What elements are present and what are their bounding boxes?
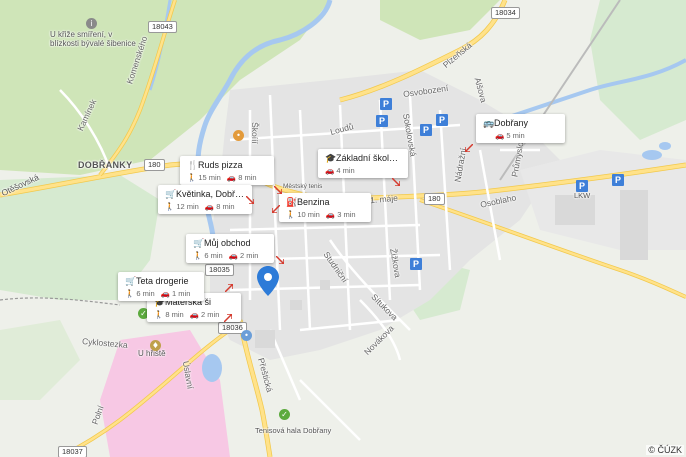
walk-icon: 🚶	[165, 202, 175, 211]
walk-time: 6 min	[204, 251, 223, 260]
poi-name: Benzina	[297, 197, 330, 207]
landmark-icon[interactable]: •	[233, 130, 244, 141]
restaurant-icon: 🍴	[187, 160, 199, 170]
poi-name: Základní škola Do...	[336, 153, 401, 163]
poi-card[interactable]: 🛒Květinka, Dobřany 🚶 12 min 🚗 8 min	[158, 185, 252, 214]
shop-icon: 🛒	[125, 276, 137, 286]
poi-card[interactable]: 🛒Teta drogerie 🚶 6 min 🚗 1 min	[118, 272, 204, 301]
walk-time: 15 min	[198, 173, 221, 182]
pond	[202, 354, 222, 382]
car-icon: 🚗	[226, 173, 237, 182]
route-shield: 18035	[205, 264, 234, 276]
school-poi-icon[interactable]: •	[241, 330, 252, 341]
car-icon: 🚗	[325, 166, 335, 175]
route-shield: 180	[424, 193, 445, 205]
car-icon: 🚗	[495, 131, 505, 140]
drive-time: 8 min	[238, 173, 257, 182]
parking-icon[interactable]: P	[380, 98, 392, 110]
cross-label: U křiže smíření, v blízkosti bývalé šibe…	[50, 30, 136, 48]
poi-card[interactable]: 🎓Základní škola Do... 🚗4 min	[318, 149, 408, 178]
poi-card[interactable]: 🍴Ruds pizza 🚶 15 min 🚗 8 min	[180, 156, 274, 185]
route-shield: 180	[144, 159, 165, 171]
fuel-icon: ⛽	[286, 197, 298, 207]
pointer-arrow-icon	[272, 205, 280, 213]
lkw-label: LKW	[574, 191, 591, 200]
map-canvas[interactable]: 18043 18034 180 180 18035 18036 18037 Ko…	[0, 0, 686, 457]
parking-icon[interactable]: P	[576, 180, 588, 192]
poi-name: Můj obchod	[204, 238, 251, 248]
parking-icon[interactable]: P	[612, 174, 624, 186]
walk-icon: 🚶	[193, 251, 203, 260]
car-icon: 🚗	[325, 210, 336, 219]
map-base-layer	[0, 0, 686, 457]
street-label: Škoííí	[249, 122, 260, 144]
walk-icon: 🚶	[125, 289, 135, 298]
walk-icon: 🚶	[187, 173, 197, 182]
route-shield: 18034	[491, 7, 520, 19]
tennis-hall-label: Tenisová hala Dobřany	[255, 426, 332, 435]
parking-icon[interactable]: P	[376, 115, 388, 127]
town-label: DOBŘANKY	[78, 160, 133, 170]
shop-icon: 🛒	[165, 189, 177, 199]
parking-icon[interactable]: P	[436, 114, 448, 126]
sport-icon[interactable]: ✓	[279, 409, 290, 420]
pointer-arrow-icon	[465, 144, 473, 152]
walk-time: 8 min	[165, 310, 184, 319]
location-pin-icon[interactable]	[257, 266, 279, 296]
pond	[642, 150, 662, 160]
walk-icon: 🚶	[154, 310, 164, 319]
map-attribution: © ČÚZK	[646, 445, 684, 455]
car-icon: 🚗	[228, 251, 239, 260]
drive-time: 4 min	[336, 166, 355, 175]
bus-icon: 🚌	[483, 118, 495, 128]
playground-icon[interactable]: ♦	[150, 340, 161, 351]
poi-card[interactable]: 🛒Můj obchod 🚶 6 min 🚗 2 min	[186, 234, 274, 263]
pointer-arrow-icon	[274, 186, 282, 194]
drive-time: 3 min	[337, 210, 356, 219]
drive-time: 8 min	[216, 202, 235, 211]
car-icon: 🚗	[189, 310, 200, 319]
poi-name: Teta drogerie	[136, 276, 189, 286]
route-shield: 18043	[148, 21, 177, 33]
route-shield: 18037	[58, 446, 87, 457]
walk-time: 12 min	[176, 202, 199, 211]
poi-name: Květinka, Dobřany	[176, 189, 245, 199]
poi-name: Ruds pizza	[198, 160, 243, 170]
drive-time: 2 min	[201, 310, 220, 319]
school-icon: 🎓	[325, 153, 337, 163]
car-icon: 🚗	[204, 202, 215, 211]
drive-time: 2 min	[240, 251, 259, 260]
drive-time: 1 min	[172, 289, 191, 298]
pointer-arrow-icon	[392, 178, 400, 186]
pointer-arrow-icon	[225, 284, 233, 292]
poi-card[interactable]: 🚌Dobřany 🚗 5 min	[476, 114, 565, 143]
pointer-arrow-icon	[246, 196, 254, 204]
poi-card[interactable]: ⛽Benzina 🚶 10 min 🚗 3 min	[279, 193, 371, 222]
poi-name: Dobřany	[494, 118, 529, 128]
shop-icon: 🛒	[193, 238, 205, 248]
car-icon: 🚗	[160, 289, 171, 298]
parking-icon[interactable]: P	[420, 124, 432, 136]
pointer-arrow-icon	[224, 314, 232, 322]
drive-time: 5 min	[506, 131, 525, 140]
tennis-label: Městský tenis	[283, 183, 323, 190]
walk-icon: 🚶	[286, 210, 296, 219]
walk-time: 10 min	[297, 210, 320, 219]
cross-icon[interactable]: i	[86, 18, 97, 29]
walk-time: 6 min	[136, 289, 155, 298]
parking-icon[interactable]: P	[410, 258, 422, 270]
playground-label: U hřiště	[138, 349, 166, 358]
pointer-arrow-icon	[276, 256, 284, 264]
pond	[659, 142, 671, 150]
